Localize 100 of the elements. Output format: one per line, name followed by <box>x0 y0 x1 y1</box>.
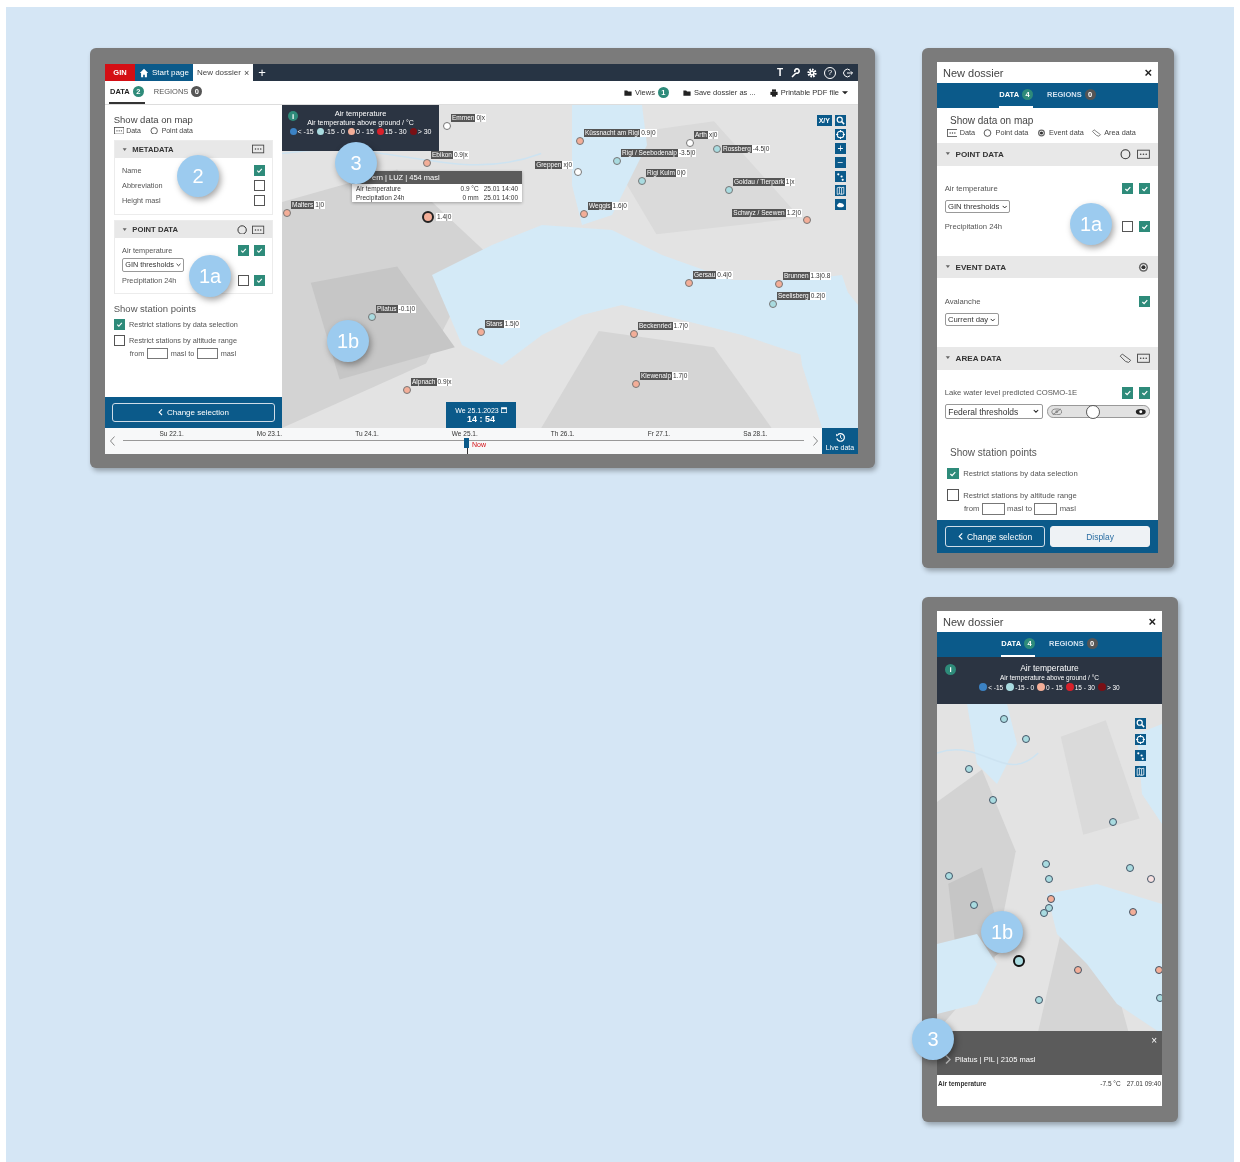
close-button[interactable]: × <box>1144 65 1152 80</box>
station-marker[interactable] <box>638 177 646 185</box>
slider-thumb[interactable] <box>1086 404 1101 419</box>
checkbox[interactable] <box>254 274 265 286</box>
checkbox[interactable] <box>113 335 125 346</box>
checkbox[interactable] <box>1138 182 1151 195</box>
circle-icon <box>235 224 248 235</box>
station-marker[interactable] <box>1035 996 1043 1004</box>
zoom-button[interactable]: + <box>835 143 846 154</box>
calendar-icon[interactable] <box>500 407 507 413</box>
station-marker[interactable] <box>1074 966 1082 974</box>
checkbox[interactable] <box>947 489 959 501</box>
input-field[interactable] <box>146 348 169 360</box>
slider-track[interactable] <box>1046 405 1151 418</box>
dropdown[interactable]: Federal thresholds <box>944 404 1043 419</box>
display-button[interactable]: Display <box>1049 526 1151 547</box>
station-marker[interactable] <box>1022 735 1030 743</box>
checkbox[interactable] <box>1138 295 1151 308</box>
station-marker[interactable] <box>1000 715 1008 723</box>
locate-icon[interactable] <box>835 129 846 140</box>
station-marker[interactable] <box>713 145 721 153</box>
station-marker[interactable] <box>1047 895 1055 903</box>
chevron-icon[interactable] <box>945 1054 951 1064</box>
section-header[interactable]: AREA DATA <box>937 347 1158 370</box>
locate-icon[interactable] <box>1135 734 1146 745</box>
checkbox[interactable] <box>237 244 249 256</box>
close-button[interactable]: × <box>1148 614 1156 629</box>
checkbox[interactable] <box>254 244 265 256</box>
map-icon[interactable] <box>1135 766 1146 777</box>
station-marker[interactable] <box>368 313 376 321</box>
input-field[interactable] <box>196 348 219 360</box>
checkbox[interactable] <box>1121 220 1134 233</box>
station-marker[interactable] <box>1109 818 1117 826</box>
station-marker[interactable] <box>630 330 638 338</box>
checkbox[interactable] <box>1121 387 1134 399</box>
change-selection-button[interactable]: Change selection <box>112 403 275 423</box>
station-marker[interactable] <box>769 300 777 308</box>
info-icon[interactable]: i <box>945 664 956 675</box>
section-header[interactable]: EVENT DATA <box>937 255 1158 279</box>
wrench-icon[interactable] <box>790 67 800 78</box>
station-marker[interactable] <box>1042 860 1050 868</box>
station-marker[interactable] <box>1147 875 1155 883</box>
checkbox[interactable] <box>1138 220 1151 233</box>
checkbox[interactable] <box>237 274 249 286</box>
info-icon[interactable]: i <box>288 111 298 121</box>
station-marker[interactable] <box>576 137 584 145</box>
points-icon[interactable] <box>835 171 846 182</box>
points-icon[interactable] <box>1135 750 1146 761</box>
station-marker[interactable] <box>945 872 953 880</box>
station-marker[interactable] <box>613 157 621 165</box>
station-marker[interactable] <box>989 796 997 804</box>
station-marker[interactable] <box>965 765 973 773</box>
checkbox[interactable] <box>254 164 265 176</box>
section-header[interactable]: POINT DATA <box>937 142 1158 166</box>
station-marker[interactable] <box>423 159 431 167</box>
station-marker[interactable] <box>477 328 485 336</box>
change-selection-button[interactable]: Change selection <box>944 526 1046 547</box>
station-marker[interactable] <box>1126 864 1134 872</box>
station-marker[interactable] <box>775 280 783 288</box>
station-marker[interactable] <box>632 380 640 388</box>
station-marker[interactable] <box>1155 966 1162 974</box>
zoom-button[interactable]: − <box>835 157 846 168</box>
station-marker[interactable] <box>803 216 811 224</box>
cloud-icon[interactable] <box>835 199 846 210</box>
station-marker[interactable] <box>1129 908 1137 916</box>
station-marker[interactable] <box>580 210 588 218</box>
input-field[interactable] <box>1034 503 1058 515</box>
station-marker[interactable] <box>725 186 733 194</box>
station-marker[interactable] <box>574 168 582 176</box>
folder-icon <box>682 88 691 97</box>
circle-icon <box>149 126 160 135</box>
close-button[interactable]: × <box>1151 1035 1157 1046</box>
search-icon[interactable] <box>835 115 846 126</box>
search-icon[interactable] <box>1135 718 1146 729</box>
station-marker[interactable] <box>1156 994 1162 1002</box>
tab[interactable]: New dossier × <box>192 64 254 81</box>
checkbox[interactable] <box>254 195 265 207</box>
checkbox[interactable] <box>1138 387 1151 399</box>
text-tool-button[interactable]: T <box>776 67 783 78</box>
checkbox[interactable] <box>947 467 959 480</box>
station-marker[interactable] <box>685 279 693 287</box>
settings-icon[interactable] <box>807 67 817 78</box>
checkbox[interactable] <box>113 319 125 330</box>
checkbox[interactable] <box>1121 182 1134 195</box>
station-marker[interactable] <box>1040 909 1048 917</box>
timeline-handle[interactable] <box>464 438 470 448</box>
add-tab-button[interactable]: + <box>253 64 271 81</box>
station-marker[interactable] <box>403 386 411 394</box>
tab[interactable]: Start page <box>135 64 193 81</box>
map-icon[interactable] <box>835 185 846 196</box>
caret-icon <box>122 147 128 152</box>
station-marker[interactable] <box>1045 875 1053 883</box>
input-field[interactable] <box>981 503 1005 515</box>
station-marker[interactable] <box>970 901 978 909</box>
checkbox[interactable] <box>254 180 265 191</box>
logout-icon[interactable] <box>843 67 853 78</box>
section-title: Show station points <box>113 302 197 314</box>
station-marker[interactable] <box>686 139 694 147</box>
station-marker[interactable] <box>443 122 451 130</box>
station-marker[interactable] <box>283 209 291 217</box>
